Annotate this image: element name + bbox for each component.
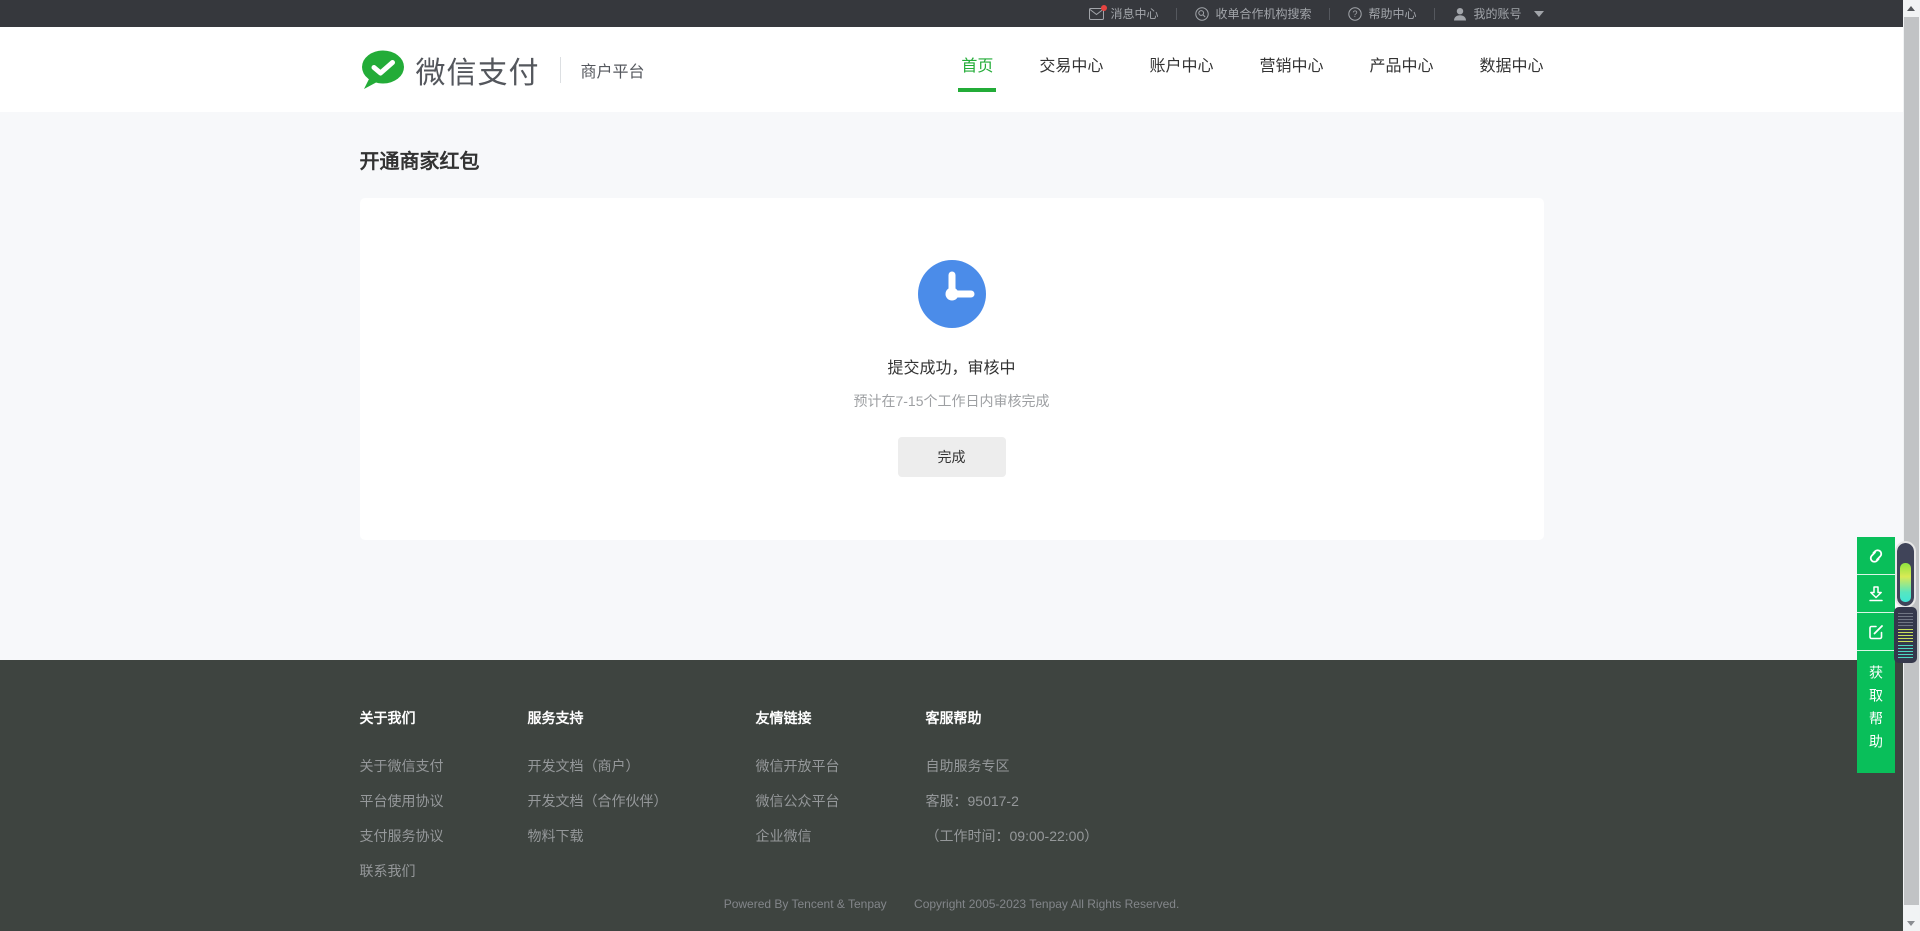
stripes-cyan [1898, 643, 1913, 659]
clock-icon [918, 260, 986, 328]
search-icon [1195, 7, 1209, 21]
scrollbar-thumb[interactable] [1904, 17, 1919, 905]
footer-link[interactable]: 支付服务协议 [360, 826, 528, 846]
help-center-link[interactable]: ? 帮助中心 [1348, 5, 1416, 22]
wechat-bubble-icon [360, 50, 406, 90]
scroll-overlay-striped-widget [1894, 607, 1917, 663]
footer-text-hours: （工作时间：09:00-22:00） [926, 826, 1544, 846]
footer-link[interactable]: 微信开放平台 [756, 756, 926, 776]
stripes-yellow [1898, 627, 1913, 643]
my-account-label: 我的账号 [1473, 5, 1521, 22]
status-subtitle: 预计在7-15个工作日内审核完成 [853, 391, 1049, 411]
wechat-pay-logo[interactable]: 微信支付 [360, 48, 540, 92]
quick-link-button[interactable] [1857, 537, 1895, 575]
nav-item-transactions[interactable]: 交易中心 [1039, 48, 1103, 92]
user-icon [1453, 7, 1467, 21]
acquirer-search-link[interactable]: 收单合作机构搜索 [1195, 5, 1311, 22]
nav-item-marketing[interactable]: 营销中心 [1259, 48, 1323, 92]
footer-text-hotline: 客服：95017-2 [926, 791, 1544, 811]
top-utility-bar: 消息中心 收单合作机构搜索 ? 帮助中心 我的账号 [0, 0, 1903, 27]
footer-link[interactable]: 关于微信支付 [360, 756, 528, 776]
footer-link[interactable]: 自助服务专区 [926, 756, 1544, 776]
footer-link[interactable]: 开发文档（商户） [528, 756, 756, 776]
status-card: 提交成功，审核中 预计在7-15个工作日内审核完成 完成 [360, 198, 1544, 540]
nav-item-home[interactable]: 首页 [961, 48, 993, 92]
help-icon: ? [1348, 7, 1362, 21]
get-help-label: 获取帮助 [1869, 665, 1883, 757]
floating-action-stack: 获取帮助 [1857, 537, 1895, 773]
my-account-menu[interactable]: 我的账号 [1453, 5, 1543, 22]
nav-item-products[interactable]: 产品中心 [1369, 48, 1433, 92]
scrollbar-up-arrow-icon[interactable] [1907, 6, 1915, 11]
stripes-gray [1898, 611, 1913, 627]
footer-link[interactable]: 微信公众平台 [756, 791, 926, 811]
svg-text:?: ? [1353, 9, 1358, 19]
footer-link[interactable]: 开发文档（合作伙伴） [528, 791, 756, 811]
status-title: 提交成功，审核中 [887, 354, 1015, 378]
footer-link[interactable]: 物料下载 [528, 826, 756, 846]
acquirer-search-label: 收单合作机构搜索 [1215, 5, 1311, 22]
nav-item-account[interactable]: 账户中心 [1149, 48, 1213, 92]
gradient-bar [1900, 563, 1911, 602]
download-icon [1866, 584, 1886, 604]
platform-label: 商户平台 [581, 58, 645, 82]
nav-item-data[interactable]: 数据中心 [1479, 48, 1543, 92]
scrollbar[interactable] [1903, 0, 1920, 931]
done-button[interactable]: 完成 [898, 437, 1006, 477]
footer-col-title: 客服帮助 [926, 708, 1544, 728]
get-help-button[interactable]: 获取帮助 [1857, 651, 1895, 773]
link-icon [1866, 546, 1886, 566]
message-center-label: 消息中心 [1110, 5, 1158, 22]
feedback-button[interactable] [1857, 613, 1895, 651]
header-divider [560, 57, 561, 83]
feedback-icon [1866, 622, 1886, 642]
footer-link[interactable]: 企业微信 [756, 826, 926, 846]
logo-wordmark: 微信支付 [416, 48, 540, 92]
footer-link[interactable]: 平台使用协议 [360, 791, 528, 811]
page-title: 开通商家红包 [360, 112, 1544, 172]
copyright-rights: Copyright 2005-2023 Tenpay All Rights Re… [914, 897, 1179, 911]
topbar-divider [1329, 8, 1330, 20]
main-nav: 首页 交易中心 账户中心 营销中心 产品中心 数据中心 [961, 48, 1543, 92]
message-center-link[interactable]: 消息中心 [1089, 5, 1158, 22]
mail-icon [1089, 8, 1104, 20]
footer-col-title: 友情链接 [756, 708, 926, 728]
footer-col-title: 关于我们 [360, 708, 528, 728]
notification-badge [1101, 5, 1107, 11]
scroll-overlay-gradient-widget [1897, 543, 1914, 606]
copyright-powered-by: Powered By Tencent & Tenpay [724, 897, 887, 911]
copyright: Powered By Tencent & Tenpay Copyright 20… [360, 897, 1544, 911]
scrollbar-down-arrow-icon[interactable] [1907, 921, 1915, 926]
footer-link[interactable]: 联系我们 [360, 861, 528, 881]
main-content: 开通商家红包 提交成功，审核中 预计在7-15个工作日内审核完成 完成 [0, 112, 1903, 660]
footer-col-title: 服务支持 [528, 708, 756, 728]
help-center-label: 帮助中心 [1368, 5, 1416, 22]
footer: 关于我们 关于微信支付 平台使用协议 支付服务协议 联系我们 服务支持 开发文档… [0, 660, 1903, 931]
download-button[interactable] [1857, 575, 1895, 613]
merchant-platform-page: 消息中心 收单合作机构搜索 ? 帮助中心 我的账号 [0, 0, 1903, 931]
topbar-divider [1176, 8, 1177, 20]
header: 微信支付 商户平台 首页 交易中心 账户中心 营销中心 产品中心 数据中心 [0, 27, 1903, 112]
chevron-down-icon [1534, 11, 1544, 17]
topbar-divider [1434, 8, 1435, 20]
